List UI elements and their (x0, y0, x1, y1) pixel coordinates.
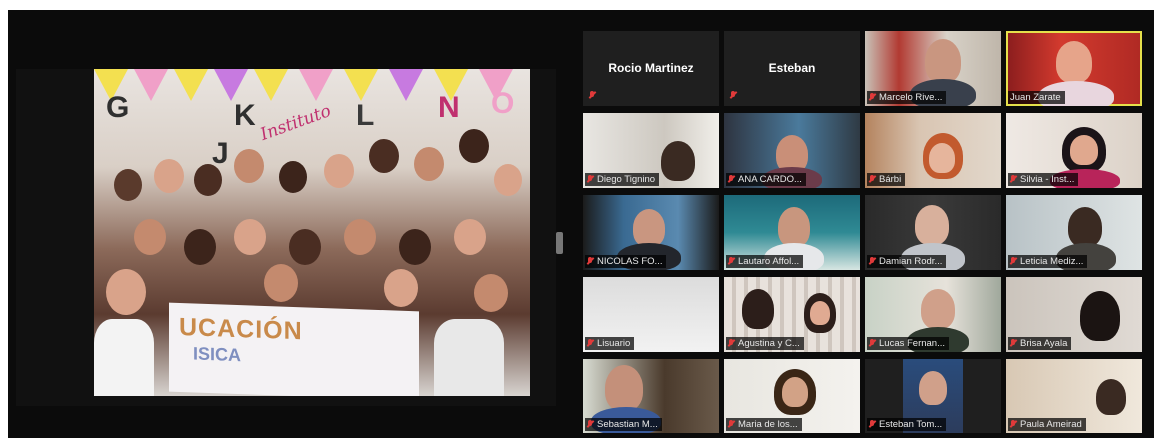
participant-name: Brisa Ayala (1020, 338, 1068, 349)
microphone-muted-icon (1010, 256, 1017, 267)
meeting-canvas: G K L N O J Instituto UCACIÓN ISICA Roci… (8, 10, 1154, 438)
microphone-muted-icon (728, 256, 735, 267)
microphone-muted-icon (1010, 174, 1017, 185)
participant-tile[interactable]: Lisuario (583, 277, 719, 352)
banner-text: ISICA (193, 343, 242, 366)
participant-tile[interactable]: Esteban Tom... (865, 359, 1001, 433)
participant-tile[interactable]: Rocio Martinez (583, 31, 719, 106)
participant-name: Damian Rodr... (879, 256, 943, 267)
wall-letter: L (356, 99, 375, 132)
splitter-handle[interactable] (556, 232, 563, 254)
microphone-muted-icon (589, 91, 596, 101)
participant-name-tag: Paula Ameirad (1008, 418, 1086, 431)
participant-name: Esteban (768, 61, 816, 75)
participant-name: Lucas Fernan... (879, 338, 946, 349)
participant-name-tag: Maria de los... (726, 418, 802, 431)
participant-name-tag: Damian Rodr... (867, 255, 947, 268)
participant-name: Maria de los... (738, 419, 798, 430)
participant-tile[interactable]: Brisa Ayala (1006, 277, 1142, 352)
participant-tile[interactable]: Maria de los... (724, 359, 860, 433)
participant-name: Lautaro Affol... (738, 256, 800, 267)
participant-name-tag: Esteban Tom... (867, 418, 947, 431)
participant-tile[interactable]: ANA CARDO... (724, 113, 860, 188)
participant-name-tag: ANA CARDO... (726, 173, 806, 186)
banner-text: UCACIÓN (179, 312, 303, 346)
participant-name-tag: Lisuario (585, 337, 635, 350)
microphone-muted-icon (869, 338, 876, 349)
microphone-muted-icon (728, 174, 735, 185)
wall-letter: N (438, 91, 460, 124)
participant-tile[interactable]: NICOLAS FO... (583, 195, 719, 270)
microphone-muted-icon (587, 174, 594, 185)
microphone-muted-icon (587, 256, 594, 267)
participant-tile[interactable]: Lautaro Affol... (724, 195, 860, 270)
participant-name-tag: Diego Tignino (585, 173, 660, 186)
shared-screen[interactable]: G K L N O J Instituto UCACIÓN ISICA (16, 69, 556, 406)
participant-name-tag: Bárbi (867, 173, 906, 186)
wall-text: Instituto (257, 101, 334, 145)
participant-tile[interactable]: Lucas Fernan... (865, 277, 1001, 352)
microphone-muted-icon (1010, 419, 1017, 430)
participant-name: Lisuario (597, 338, 631, 349)
participant-name: Juan Zarate (1010, 92, 1061, 103)
shared-photo: G K L N O J Instituto UCACIÓN ISICA (94, 69, 530, 396)
microphone-muted-icon (587, 338, 594, 349)
microphone-muted-icon (730, 91, 737, 101)
wall-letter: K (234, 99, 256, 132)
microphone-muted-icon (869, 256, 876, 267)
participant-name-tag: Leticia Mediz... (1008, 255, 1088, 268)
banner: UCACIÓN ISICA (169, 302, 419, 396)
participant-name-tag: Marcelo Rive... (867, 91, 947, 104)
participant-name: NICOLAS FO... (597, 256, 663, 267)
wall-letter: O (491, 87, 515, 120)
participant-name-tag: Lautaro Affol... (726, 255, 804, 268)
microphone-muted-icon (728, 419, 735, 430)
participant-name: Esteban Tom... (879, 419, 943, 430)
participant-name: Marcelo Rive... (879, 92, 943, 103)
participant-name-tag: Agustina y C... (726, 337, 804, 350)
participant-tile[interactable]: Damian Rodr... (865, 195, 1001, 270)
microphone-muted-icon (869, 419, 876, 430)
microphone-muted-icon (869, 92, 876, 103)
participant-tile-active-speaker[interactable]: Juan Zarate (1006, 31, 1142, 106)
participant-tile[interactable]: Diego Tignino (583, 113, 719, 188)
participant-name-tag: Silvia - Inst... (1008, 173, 1079, 186)
participant-name-tag: Sebastian M... (585, 418, 662, 431)
participant-name: Rocio Martinez (608, 61, 694, 75)
participant-name: ANA CARDO... (738, 174, 802, 185)
microphone-muted-icon (869, 174, 876, 185)
participant-tile[interactable]: Paula Ameirad (1006, 359, 1142, 433)
participant-name: Agustina y C... (738, 338, 800, 349)
participant-tile[interactable]: Marcelo Rive... (865, 31, 1001, 106)
participant-tile[interactable]: Bárbi (865, 113, 1001, 188)
participant-tile[interactable]: Silvia - Inst... (1006, 113, 1142, 188)
participant-name: Silvia - Inst... (1020, 174, 1075, 185)
participant-name-tag: Brisa Ayala (1008, 337, 1072, 350)
participant-name: Paula Ameirad (1020, 419, 1082, 430)
wall-letter: G (106, 91, 130, 124)
participant-tile[interactable]: Leticia Mediz... (1006, 195, 1142, 270)
microphone-muted-icon (1010, 338, 1017, 349)
participant-name: Leticia Mediz... (1020, 256, 1084, 267)
microphone-muted-icon (587, 419, 594, 430)
participant-tile[interactable]: Agustina y C... (724, 277, 860, 352)
participant-name: Bárbi (879, 174, 902, 185)
participant-name: Diego Tignino (597, 174, 656, 185)
participant-name-tag: Lucas Fernan... (867, 337, 950, 350)
video-conference-window: G K L N O J Instituto UCACIÓN ISICA Roci… (0, 0, 1155, 438)
participant-tile[interactable]: Esteban (724, 31, 860, 106)
participant-tile[interactable]: Sebastian M... (583, 359, 719, 433)
participant-name: Sebastian M... (597, 419, 658, 430)
participant-name-tag: Juan Zarate (1008, 91, 1065, 104)
microphone-muted-icon (728, 338, 735, 349)
participant-name-tag: NICOLAS FO... (585, 255, 667, 268)
